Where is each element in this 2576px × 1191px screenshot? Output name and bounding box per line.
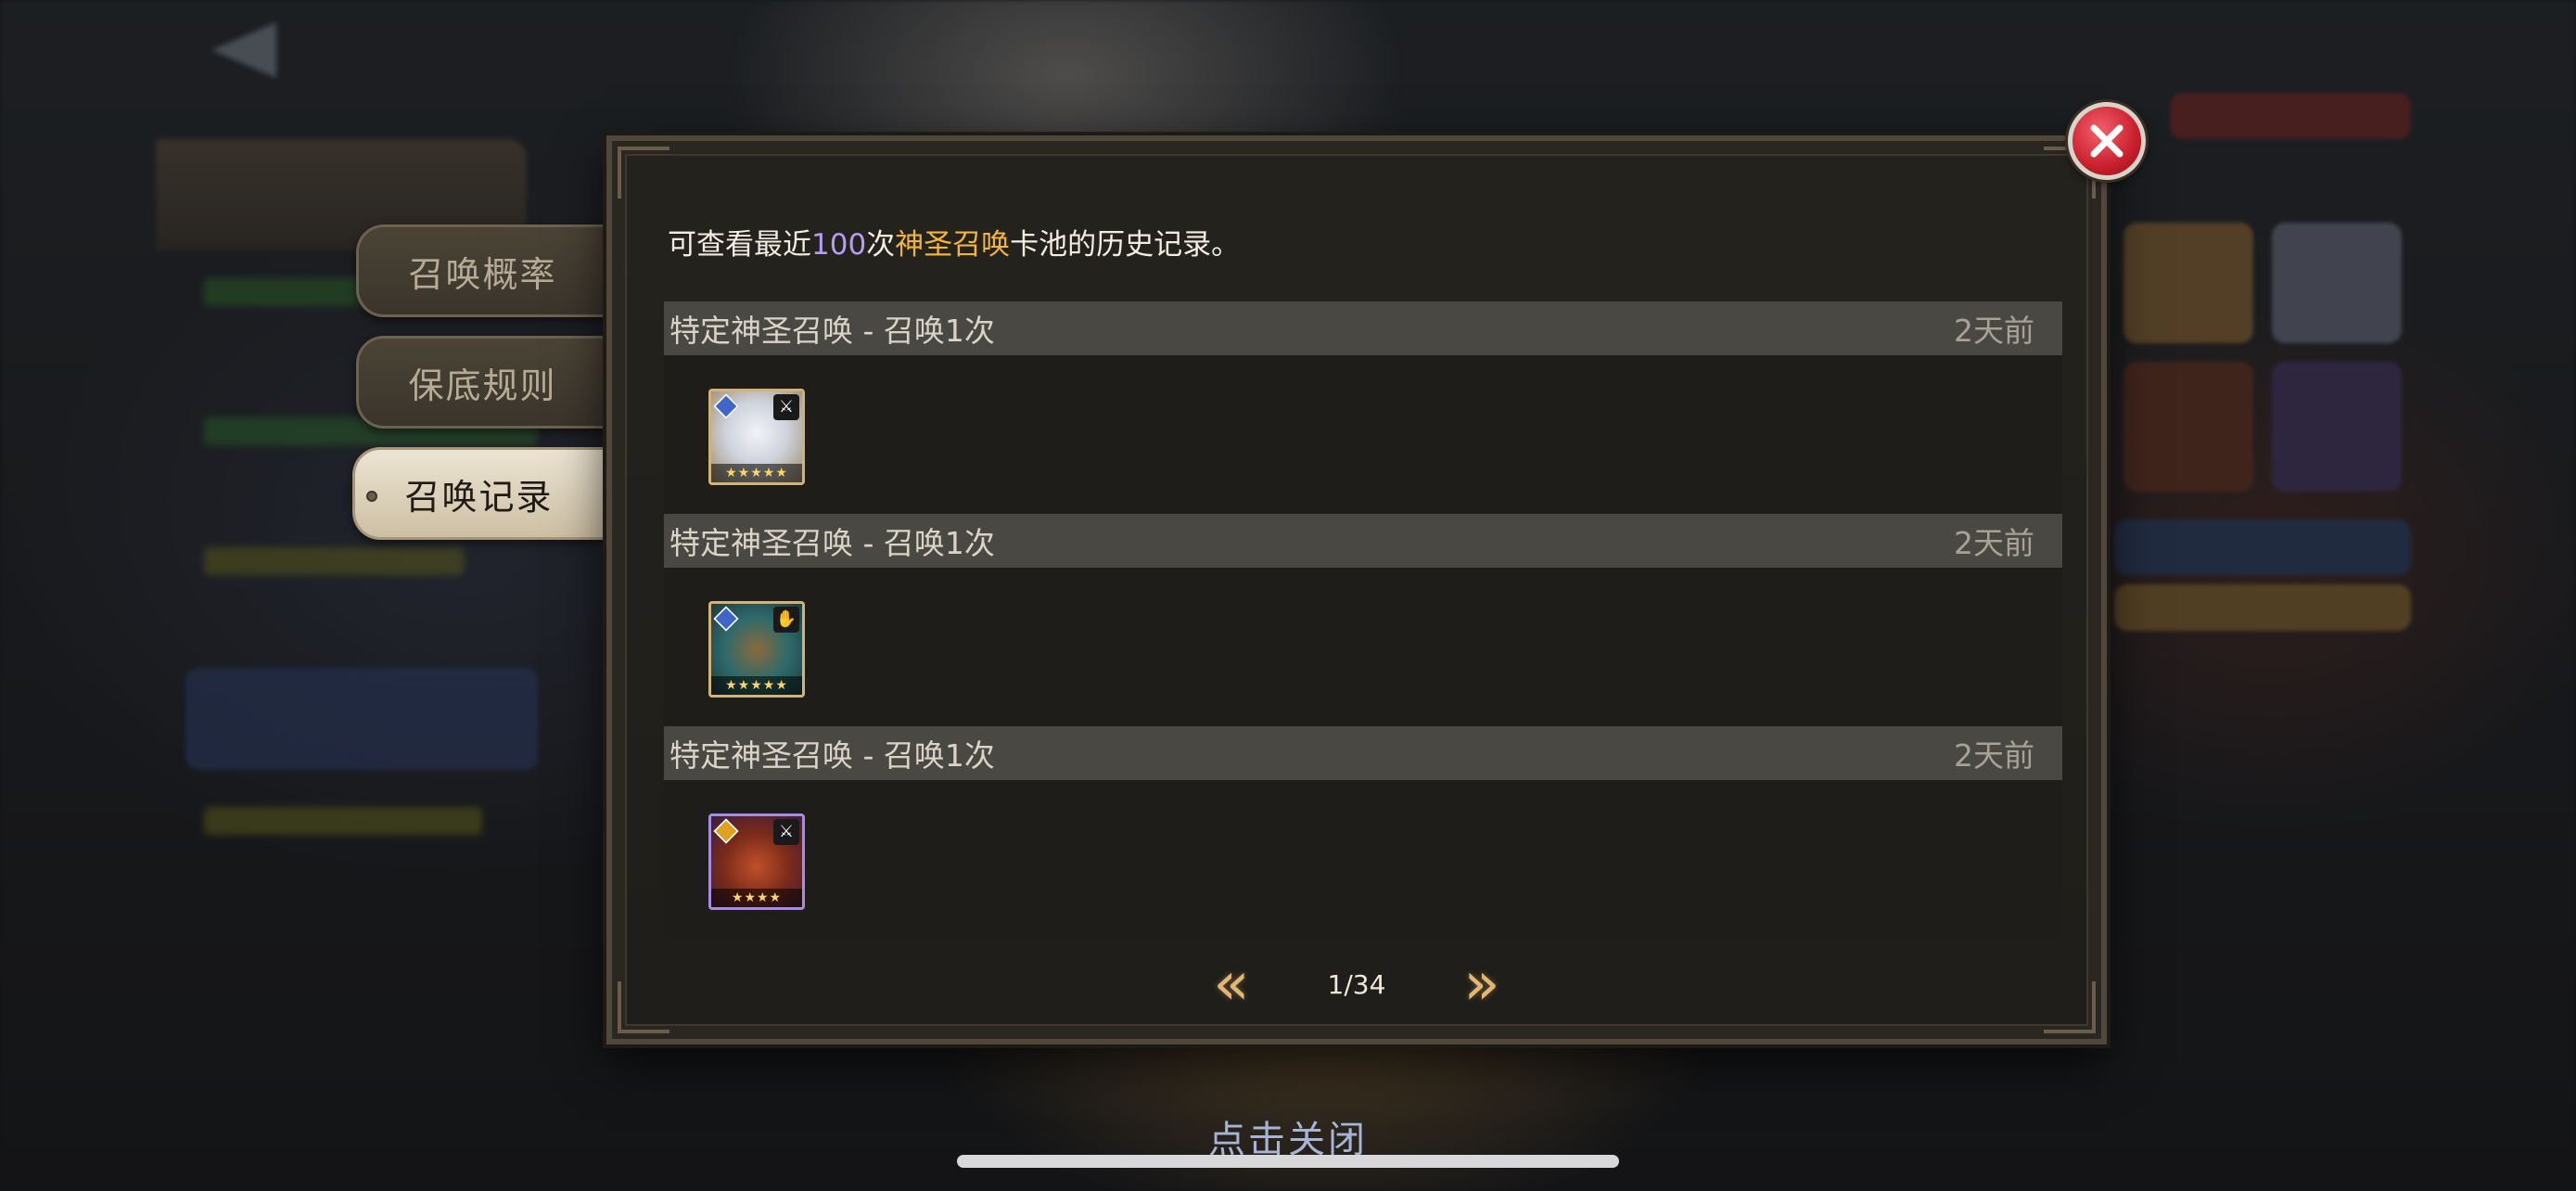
info-suffix: 卡池的历史记录。 (1010, 228, 1241, 262)
hero-stars: ★★★★★ (711, 464, 802, 482)
hand-class-icon: ✋ (773, 607, 799, 633)
double-chevron-left-icon[interactable]: « (1199, 952, 1264, 1017)
info-pool: 神圣召唤 (895, 228, 1011, 262)
history-record: 特定神圣召唤 - 召唤1次 2天前 ⚔ ★★★★★ (664, 301, 2062, 513)
info-mid: 次 (866, 228, 896, 262)
record-header: 特定神圣召唤 - 召唤1次 2天前 (664, 726, 2062, 780)
history-info-text: 可查看最近100次神圣召唤卡池的历史记录。 (668, 221, 1240, 263)
record-time: 2天前 (1954, 525, 2034, 561)
sword-class-icon: ⚔ (773, 394, 799, 420)
hero-stars: ★★★★ (711, 889, 802, 907)
record-body: ✋ ★★★★★ (664, 568, 2062, 725)
close-button[interactable] (2068, 102, 2146, 180)
hero-stars: ★★★★★ (711, 676, 802, 695)
tab-pity-rules[interactable]: 保底规则 (356, 336, 606, 429)
history-record: 特定神圣召唤 - 召唤1次 2天前 ⚔ ★★★★ (664, 726, 2062, 938)
record-body: ⚔ ★★★★★ (664, 355, 2062, 513)
info-count: 100 (811, 228, 867, 262)
pagination: « 1/34 » (612, 952, 2101, 1017)
record-header: 特定神圣召唤 - 召唤1次 2天前 (664, 514, 2062, 568)
tab-summon-rates[interactable]: 召唤概率 (356, 224, 606, 317)
page-indicator: 1/34 (1327, 968, 1386, 1000)
tab-label: 保底规则 (408, 365, 557, 406)
home-indicator[interactable] (957, 1155, 1619, 1168)
double-chevron-right-icon[interactable]: » (1449, 952, 1514, 1017)
history-record: 特定神圣召唤 - 召唤1次 2天前 ✋ ★★★★★ (664, 514, 2062, 725)
record-time: 2天前 (1954, 737, 2034, 774)
record-title: 特定神圣召唤 - 召唤1次 (670, 737, 995, 774)
white-beast-hero-portrait[interactable]: ⚔ ★★★★★ (708, 389, 805, 485)
hooded-assassin-hero-portrait[interactable]: ✋ ★★★★★ (708, 601, 805, 698)
tab-label: 召唤记录 (404, 476, 554, 518)
record-title: 特定神圣召唤 - 召唤1次 (670, 313, 995, 349)
info-prefix: 可查看最近 (668, 228, 811, 262)
tab-summon-history[interactable]: 召唤记录 (352, 447, 603, 540)
corner-ornament (618, 147, 670, 198)
record-title: 特定神圣召唤 - 召唤1次 (670, 525, 995, 561)
red-dragon-warrior-hero-portrait[interactable]: ⚔ ★★★★ (708, 813, 805, 910)
summon-history-dialog: 可查看最近100次神圣召唤卡池的历史记录。 特定神圣召唤 - 召唤1次 2天前 … (606, 135, 2107, 1044)
sword-class-icon: ⚔ (773, 819, 799, 845)
close-icon (2090, 124, 2123, 158)
active-tab-dot-icon (366, 491, 377, 502)
record-body: ⚔ ★★★★ (664, 780, 2062, 938)
tab-label: 召唤概率 (408, 253, 557, 295)
record-time: 2天前 (1954, 313, 2034, 349)
record-header: 特定神圣召唤 - 召唤1次 2天前 (664, 301, 2062, 355)
